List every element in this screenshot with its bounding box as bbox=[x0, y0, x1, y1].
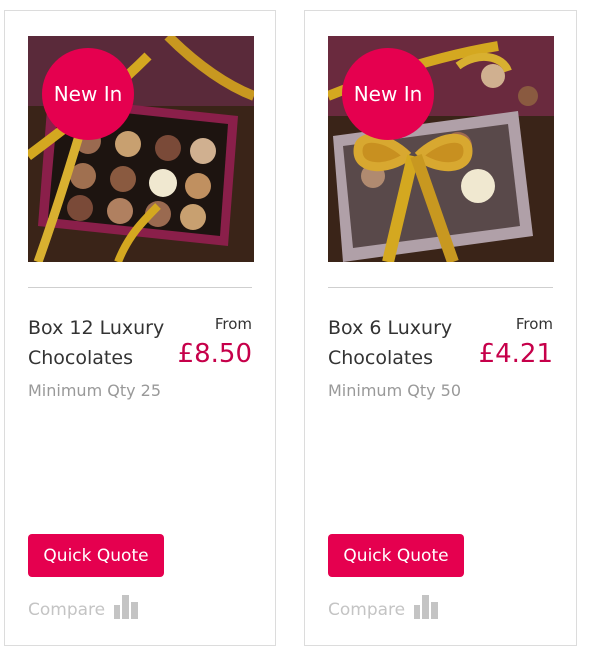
compare-link[interactable]: Compare bbox=[328, 595, 439, 624]
product-card: New In Box 12 Luxury Chocolates From £8.… bbox=[4, 10, 276, 646]
price-prefix: From bbox=[515, 315, 553, 333]
product-price: £8.50 bbox=[177, 339, 252, 369]
quick-quote-button[interactable]: Quick Quote bbox=[328, 534, 464, 577]
compare-label: Compare bbox=[328, 599, 406, 620]
product-image[interactable]: New In bbox=[28, 36, 254, 262]
compare-link[interactable]: Compare bbox=[28, 595, 139, 624]
divider bbox=[328, 287, 553, 288]
product-card: New In Box 6 Luxury Chocolates From £4.2… bbox=[304, 10, 577, 646]
divider bbox=[28, 287, 252, 288]
product-image[interactable]: New In bbox=[328, 36, 554, 262]
product-title[interactable]: Box 12 Luxury Chocolates bbox=[28, 313, 178, 373]
new-in-badge: New In bbox=[342, 48, 434, 140]
bar-chart-icon bbox=[113, 595, 139, 624]
product-price: £4.21 bbox=[478, 339, 553, 369]
bar-chart-icon bbox=[413, 595, 439, 624]
new-in-badge: New In bbox=[42, 48, 134, 140]
minimum-quantity: Minimum Qty 25 bbox=[28, 381, 162, 400]
compare-label: Compare bbox=[28, 599, 106, 620]
quick-quote-button[interactable]: Quick Quote bbox=[28, 534, 164, 577]
product-title[interactable]: Box 6 Luxury Chocolates bbox=[328, 313, 478, 373]
price-prefix: From bbox=[214, 315, 252, 333]
minimum-quantity: Minimum Qty 50 bbox=[328, 381, 462, 400]
